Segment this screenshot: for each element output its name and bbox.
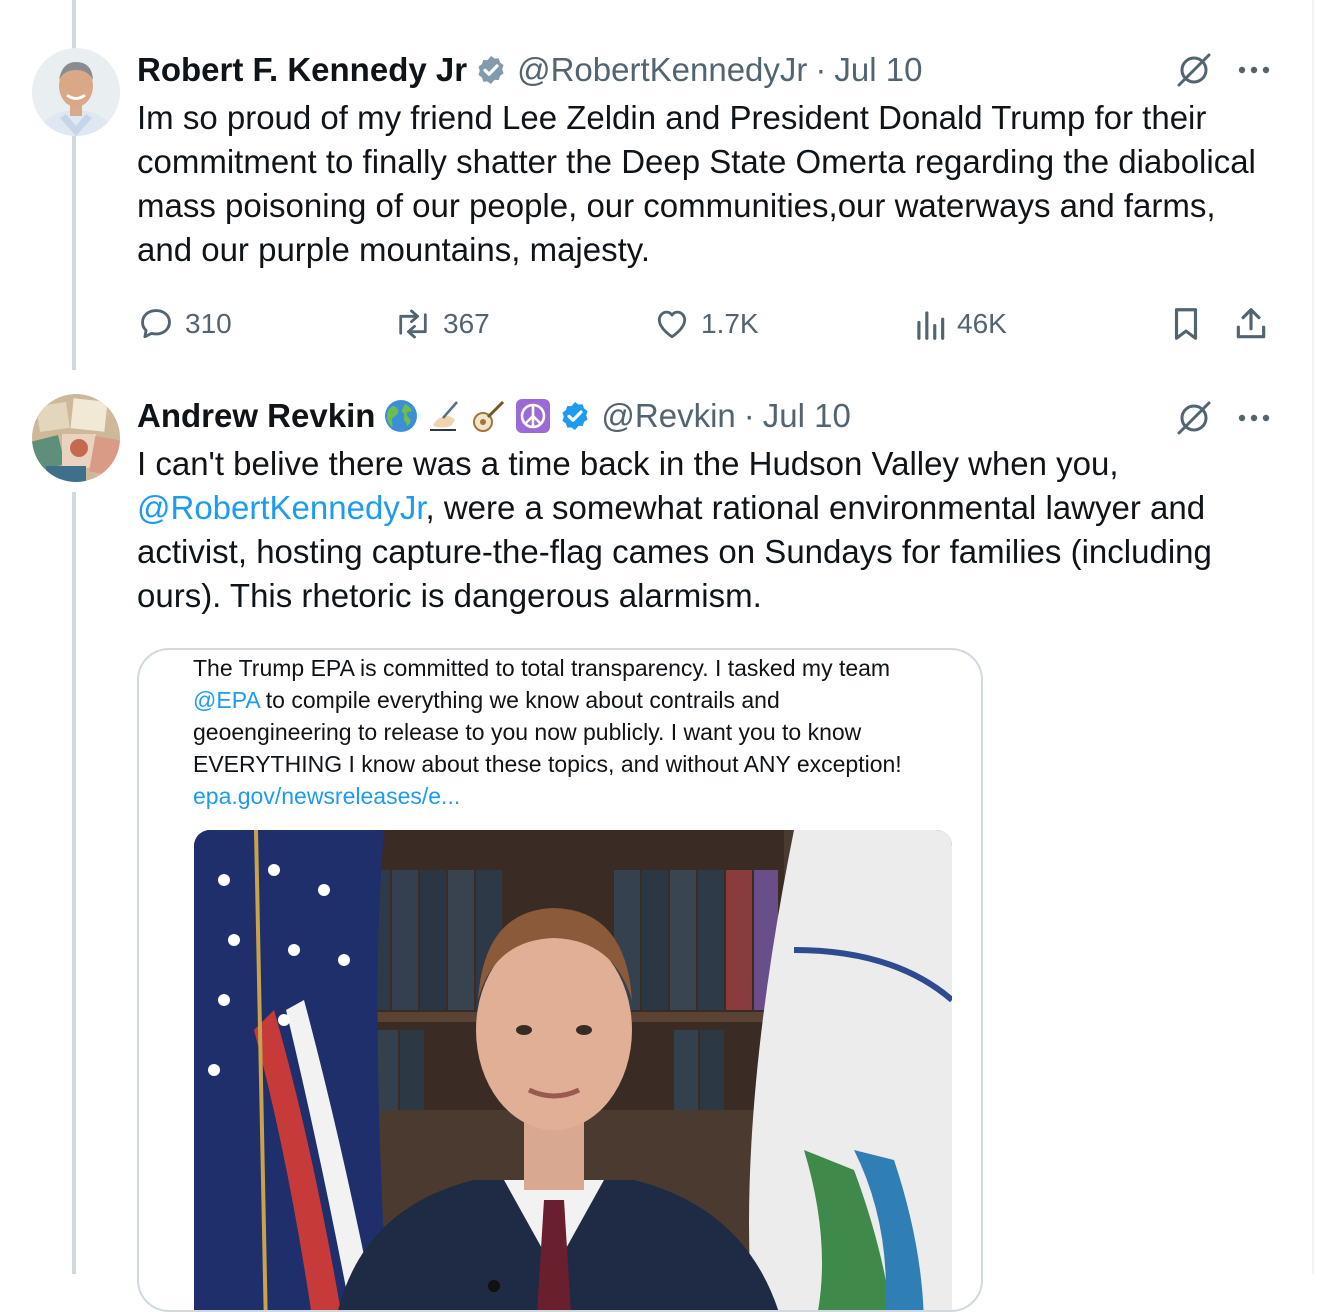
user-handle[interactable]: @Revkin [601,397,735,435]
display-name[interactable]: Robert F. Kennedy Jr [137,51,467,89]
reply-count: 310 [185,308,232,339]
tweet-top-icons [1174,398,1272,438]
verified-badge-icon [475,54,507,86]
reply-icon [141,309,171,339]
tweet-top-icons [1174,50,1272,90]
user-handle[interactable]: @RobertKennedyJr [517,51,807,89]
tweet-header: Andrew Revkin @Revkin · Jul 10 [137,394,851,438]
share-button[interactable] [1233,302,1269,346]
tweet-text: I can't belive there was a time back in … [137,442,1277,618]
repost-icon [399,309,427,339]
tweet-text-part: I can't belive there was a time back in … [137,445,1119,482]
quote-url-link[interactable]: epa.gov/newsreleases/e... [193,783,460,809]
grok-icon[interactable] [1174,398,1214,438]
display-name[interactable]: Andrew Revkin [137,397,375,435]
quoted-tweet-text: The Trump EPA is committed to total tran… [193,652,933,812]
views-icon [917,311,945,340]
quote-mention-link[interactable]: @EPA [193,687,259,713]
repost-count: 367 [443,308,490,339]
separator-dot: · [743,397,755,434]
views-count: 46K [957,308,1007,339]
tweet-rfk[interactable]: Robert F. Kennedy Jr @RobertKennedyJr · … [0,0,1322,370]
mention-link[interactable]: @RobertKennedyJr [137,489,426,526]
like-count: 1.7K [701,308,759,339]
like-button[interactable]: 1.7K [653,302,759,346]
quoted-tweet-card[interactable]: The Trump EPA is committed to total tran… [137,648,983,1312]
share-icon [1236,308,1266,339]
banjo-icon [471,398,507,434]
writing-hand-icon [427,398,463,434]
tweet-date[interactable]: Jul 10 [763,397,851,435]
grok-icon[interactable] [1174,50,1214,90]
tweet-text: Im so proud of my friend Lee Zeldin and … [137,99,1256,268]
verified-badge-icon [559,400,591,432]
tweet-actions: 310 367 1.7K 46K [137,302,1277,346]
peace-symbol-icon [515,398,551,434]
heart-icon [657,310,687,339]
bookmark-icon [1174,308,1198,340]
more-options-icon[interactable] [1236,412,1272,424]
tweet-date[interactable]: Jul 10 [834,51,922,89]
tweet-revkin[interactable]: Andrew Revkin @Revkin · Jul 10 I can't b… [0,370,1322,1312]
video-thumbnail[interactable] [194,830,952,1310]
separator-dot: · [815,51,827,88]
globe-icon [383,398,419,434]
reply-button[interactable]: 310 [137,302,232,346]
quote-text-part: The Trump EPA is committed to total tran… [193,655,891,681]
quote-text-part: to compile everything we know about cont… [193,687,902,777]
repost-button[interactable]: 367 [393,302,490,346]
more-options-icon[interactable] [1236,64,1272,76]
views-button[interactable]: 46K [913,302,1007,346]
bookmark-button[interactable] [1169,302,1203,346]
avatar[interactable] [32,394,120,482]
tweet-header: Robert F. Kennedy Jr @RobertKennedyJr · … [137,48,922,92]
avatar[interactable] [32,48,120,136]
